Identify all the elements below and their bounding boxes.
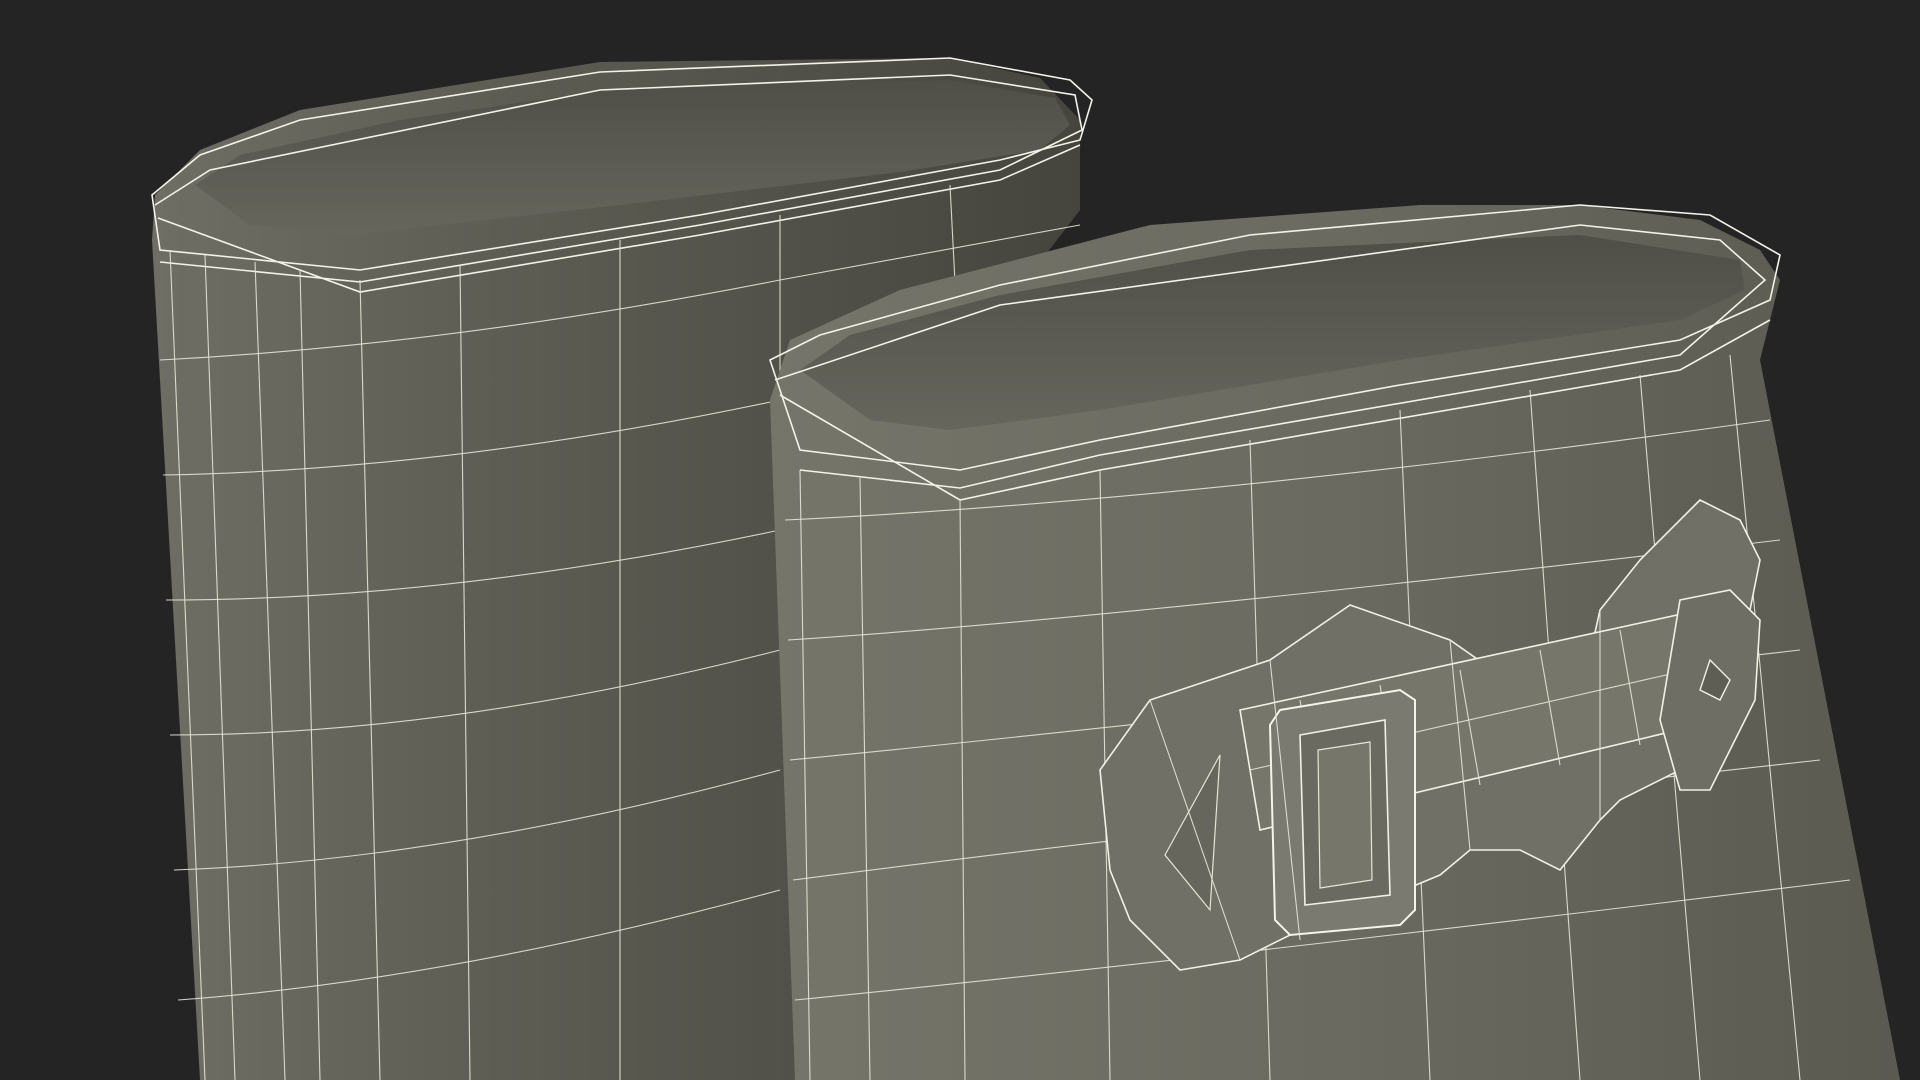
buckle: [1268, 688, 1416, 937]
boots-wireframe-render: [151, 57, 1900, 1080]
right-boot: [769, 204, 1900, 1080]
